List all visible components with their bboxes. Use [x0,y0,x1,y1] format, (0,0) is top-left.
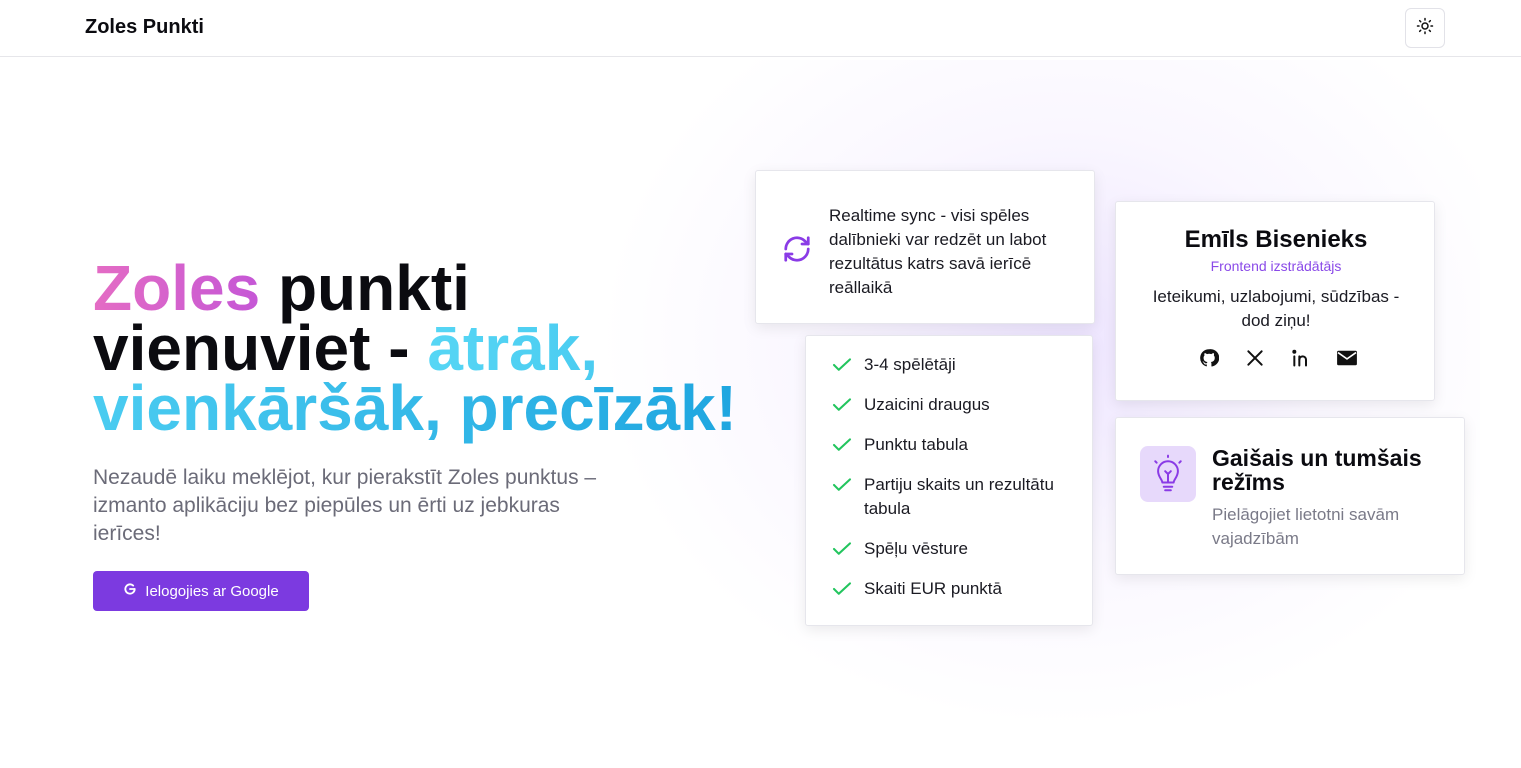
refresh-icon [782,234,812,269]
feature-label: Uzaicini draugus [864,395,990,414]
check-icon [832,537,852,561]
hero-title: Zoles punkti vienuviet - ātrāk, vienkārš… [93,256,753,440]
github-icon[interactable] [1198,347,1220,369]
feedback-note: Ieteikumi, uzlabojumi, sūdzības - dod zi… [1152,287,1400,330]
check-icon [832,473,852,497]
feature-item: Skaiti EUR punktā [832,577,1074,601]
theme-card-subtitle: Pielāgojiet lietotni savām vajadzībām [1212,505,1400,548]
google-login-button[interactable]: Ielogojies ar Google [93,571,309,611]
top-navbar: Zoles Punkti [0,0,1521,57]
sun-icon [1416,17,1434,40]
social-links [1198,347,1358,369]
features-card: 3-4 spēlētāji Uzaicini draugus Punktu ta… [805,335,1093,626]
x-icon[interactable] [1244,347,1266,369]
lightbulb-icon [1140,446,1196,502]
check-icon [832,393,852,417]
feature-label: Partiju skaits un rezultātu tabula [864,475,1054,518]
feature-label: Skaiti EUR punktā [864,579,1002,598]
theme-toggle-button[interactable] [1405,8,1445,48]
developer-name: Emīls Bisenieks [1184,226,1368,253]
feature-item: Partiju skaits un rezultātu tabula [832,473,1074,521]
google-login-label: Ielogojies ar Google [145,582,279,600]
developer-profile-card: Emīls Bisenieks Frontend izstrādātājs Ie… [1115,201,1435,401]
feature-label: 3-4 spēlētāji [864,355,956,374]
realtime-sync-text: Realtime sync - visi spēles dalībnieki v… [829,206,1047,297]
hero-subtitle: Nezaudē laiku meklējot, kur pierakstīt Z… [93,466,597,545]
feature-label: Punktu tabula [864,435,968,454]
check-icon [832,353,852,377]
realtime-sync-card: Realtime sync - visi spēles dalībnieki v… [755,170,1095,324]
check-icon [832,577,852,601]
feature-item: 3-4 spēlētāji [832,353,1074,377]
check-icon [832,433,852,457]
theme-card-title: Gaišais un tumšais režīms [1212,445,1422,495]
theme-mode-card: Gaišais un tumšais režīms Pielāgojiet li… [1115,417,1465,575]
feature-item: Spēļu vēsture [832,537,1074,561]
developer-role: Frontend izstrādātājs [1210,258,1342,274]
mail-icon[interactable] [1336,347,1358,369]
feature-item: Punktu tabula [832,433,1074,457]
feature-label: Spēļu vēsture [864,539,968,558]
linkedin-icon[interactable] [1290,347,1312,369]
google-icon [123,582,137,600]
feature-item: Uzaicini draugus [832,393,1074,417]
brand-title[interactable]: Zoles Punkti [85,16,204,39]
